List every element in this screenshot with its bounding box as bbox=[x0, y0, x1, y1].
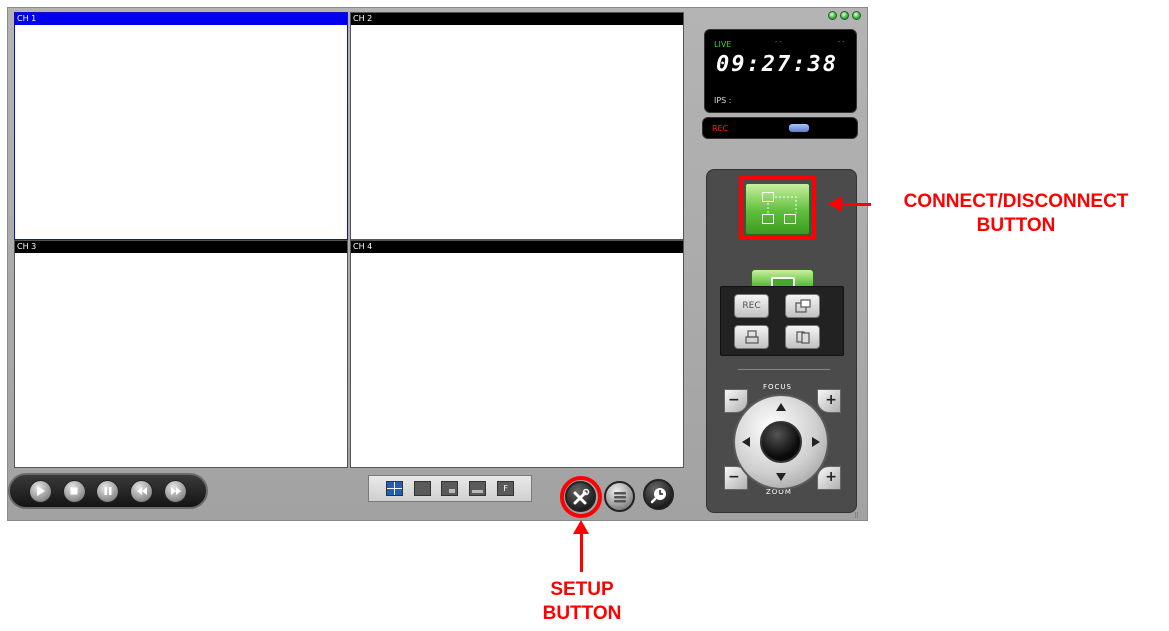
pan-left-icon[interactable] bbox=[742, 437, 750, 447]
stage: CH 1 CH 2 CH 3 CH 4 F LIVE - - - - 09:27… bbox=[0, 0, 1169, 631]
pan-down-icon[interactable] bbox=[776, 473, 786, 481]
live-status-panel: LIVE - - - - 09:27:38 IPS : bbox=[704, 29, 857, 113]
single-view-icon[interactable] bbox=[413, 481, 431, 496]
connect-annotation-line1: CONNECT/DISCONNECT bbox=[903, 191, 1129, 212]
play-icon bbox=[37, 486, 46, 496]
stop-icon bbox=[70, 487, 78, 495]
divider bbox=[738, 369, 830, 370]
connect-annotation-line2: BUTTON bbox=[976, 215, 1056, 236]
channel-pane-3[interactable]: CH 3 bbox=[14, 240, 348, 468]
clock-display: 09:27:38 bbox=[716, 52, 838, 77]
rewind-button[interactable] bbox=[130, 479, 154, 503]
print-icon bbox=[744, 330, 759, 344]
annotation-arrow-icon bbox=[828, 196, 842, 212]
playlist-button[interactable] bbox=[604, 481, 635, 512]
setup-highlight-ring bbox=[560, 476, 602, 518]
rec-status-panel: REC bbox=[702, 117, 858, 139]
quad-view-icon[interactable] bbox=[385, 481, 403, 496]
popup-window-button[interactable] bbox=[785, 294, 820, 318]
pip-view-icon[interactable] bbox=[441, 481, 459, 496]
resize-grip-icon[interactable]: ⠿ bbox=[854, 512, 864, 520]
wide-view-icon[interactable] bbox=[469, 481, 487, 496]
rec-button[interactable]: REC bbox=[734, 294, 769, 318]
ips-label: IPS : bbox=[714, 96, 732, 105]
ptz-center-button[interactable] bbox=[760, 421, 802, 463]
fast-forward-icon bbox=[170, 487, 181, 495]
pan-right-icon[interactable] bbox=[812, 437, 820, 447]
snapshot-button[interactable] bbox=[785, 325, 820, 349]
channel-label: CH 1 bbox=[15, 13, 347, 25]
rewind-icon bbox=[136, 487, 147, 495]
pause-button[interactable] bbox=[96, 479, 120, 503]
live-indicator-dots: - - bbox=[838, 39, 845, 46]
copy-icon bbox=[795, 331, 810, 344]
live-label: LIVE bbox=[714, 40, 732, 49]
list-icon bbox=[613, 491, 626, 502]
fullscreen-f-icon: F bbox=[503, 484, 508, 493]
connect-highlight-frame bbox=[739, 176, 816, 240]
stop-button[interactable] bbox=[62, 479, 86, 503]
channel-label: CH 4 bbox=[351, 241, 683, 253]
channel-pane-1[interactable]: CH 1 bbox=[14, 12, 348, 240]
focus-label: FOCUS bbox=[763, 383, 792, 391]
window-controls bbox=[828, 11, 861, 20]
setup-annotation: SETUP BUTTON bbox=[528, 578, 636, 626]
channel-pane-4[interactable]: CH 4 bbox=[350, 240, 684, 468]
close-icon[interactable] bbox=[852, 11, 861, 20]
record-tools-box: REC bbox=[720, 286, 844, 356]
minimize-icon[interactable] bbox=[828, 11, 837, 20]
annotation-arrow-line bbox=[580, 532, 583, 572]
fast-forward-button[interactable] bbox=[164, 479, 188, 503]
play-button[interactable] bbox=[28, 479, 52, 503]
rec-indicator-icon bbox=[789, 124, 809, 132]
channel-label: CH 2 bbox=[351, 13, 683, 25]
clock-search-icon bbox=[650, 487, 666, 503]
playback-controls bbox=[8, 473, 208, 509]
channel-pane-2[interactable]: CH 2 bbox=[350, 12, 684, 240]
fullscreen-f-button[interactable]: F bbox=[497, 481, 515, 496]
layout-toolbar: F bbox=[368, 475, 532, 502]
setup-annotation-line2: BUTTON bbox=[542, 603, 622, 624]
maximize-icon[interactable] bbox=[840, 11, 849, 20]
time-search-button[interactable] bbox=[643, 479, 674, 510]
pan-up-icon[interactable] bbox=[776, 403, 786, 411]
rec-status-label: REC bbox=[712, 124, 729, 133]
popup-window-icon bbox=[794, 299, 811, 313]
channel-label: CH 3 bbox=[15, 241, 347, 253]
print-button[interactable] bbox=[734, 325, 769, 349]
connect-annotation: CONNECT/DISCONNECT BUTTON bbox=[866, 190, 1166, 238]
setup-annotation-line1: SETUP bbox=[550, 579, 614, 600]
live-indicator-dots: - - bbox=[775, 39, 782, 46]
pause-icon bbox=[104, 487, 112, 495]
